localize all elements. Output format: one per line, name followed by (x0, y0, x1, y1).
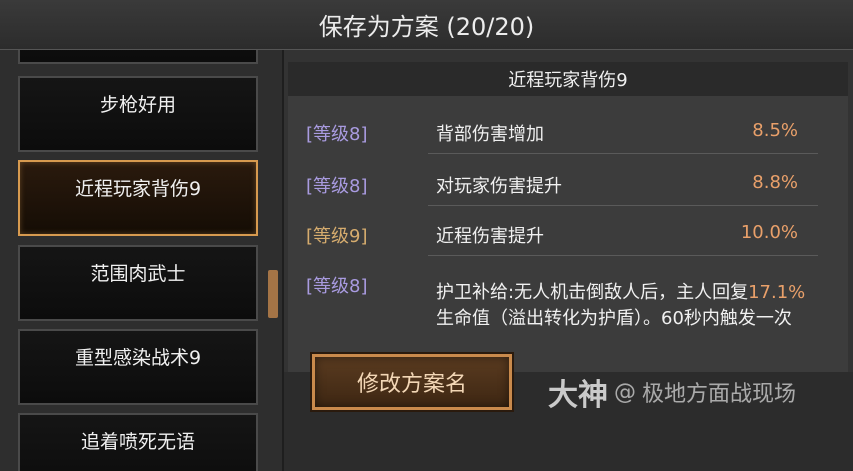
attribute-value: 8.5% (752, 120, 798, 141)
plan-item[interactable]: 范围肉武士 (18, 245, 258, 321)
plan-item[interactable]: 追着喷死无语 (18, 413, 258, 471)
watermark-text: 极地方面战现场 (642, 382, 797, 407)
description-highlight: 17.1% (748, 282, 806, 303)
header-title: 保存为方案 (20/20) (318, 13, 535, 41)
watermark: 大神 @ 极地方面战现场 (548, 372, 797, 413)
divider (428, 205, 818, 206)
attribute-level: [等级9] (306, 226, 368, 247)
plan-list[interactable]: 步枪好用 近程玩家背伤9 范围肉武士 重型感染战术9 追着喷死无语 (14, 50, 264, 471)
plan-item-label: 近程玩家背伤9 (74, 178, 202, 200)
plan-item-label: 步枪好用 (99, 94, 176, 116)
plan-item-label: 重型感染战术9 (74, 347, 202, 369)
description-text: 生命值（溢出转化为护盾）。60秒内触发一次 (436, 308, 792, 329)
plan-item-selected[interactable]: 近程玩家背伤9 (18, 160, 258, 236)
divider (428, 153, 818, 154)
divider (428, 255, 818, 256)
description-text: 护卫补给:无人机击倒敌人后，主人回复 (436, 282, 749, 303)
plan-item[interactable] (18, 50, 258, 64)
window-header: 保存为方案 (20/20) (0, 0, 853, 50)
plan-detail-title: 近程玩家背伤9 (288, 62, 848, 96)
attribute-name: 近程伤害提升 (436, 226, 544, 247)
attribute-description: 护卫补给:无人机击倒敌人后，主人回复17.1% 生命值（溢出转化为护盾）。60秒内… (436, 280, 816, 332)
attribute-name: 对玩家伤害提升 (436, 176, 562, 197)
plan-item[interactable]: 步枪好用 (18, 76, 258, 152)
plan-item-label: 追着喷死无语 (80, 431, 195, 453)
attribute-value: 10.0% (740, 222, 798, 243)
rename-plan-label: 修改方案名 (356, 372, 467, 397)
at-icon: @ (614, 379, 636, 405)
attribute-value: 8.8% (752, 172, 798, 193)
attribute-level: [等级8] (306, 124, 368, 145)
rename-plan-button[interactable]: 修改方案名 (312, 354, 512, 410)
plan-item-label: 范围肉武士 (90, 263, 186, 285)
attribute-name: 背部伤害增加 (436, 124, 544, 145)
attribute-level: [等级8] (306, 276, 368, 297)
plan-item[interactable]: 重型感染战术9 (18, 329, 258, 405)
plan-list-panel: 步枪好用 近程玩家背伤9 范围肉武士 重型感染战术9 追着喷死无语 (0, 50, 282, 471)
watermark-logo: 大神 (548, 378, 608, 413)
plan-list-scrollbar[interactable] (268, 270, 278, 318)
attribute-level: [等级8] (306, 176, 368, 197)
